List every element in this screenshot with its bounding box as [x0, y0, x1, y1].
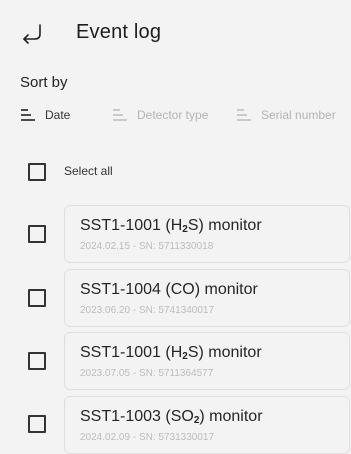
event-meta: 2024.02.09 - SN: 5731330017: [80, 432, 215, 443]
event-card[interactable]: SST1-1001 (H2S) monitor 2024.02.15 - SN:…: [64, 205, 350, 263]
sort-option-label: Detector type: [137, 108, 209, 122]
page-title: Event log: [76, 21, 162, 43]
event-card[interactable]: SST1-1001 (H2S) monitor 2023.07.05 - SN:…: [64, 332, 350, 390]
event-checkbox[interactable]: [28, 289, 46, 307]
select-all-checkbox[interactable]: [28, 163, 46, 181]
sort-by-label: Sort by: [20, 74, 68, 91]
event-checkbox[interactable]: [28, 225, 46, 243]
sort-option-detector-type[interactable]: Detector type: [112, 103, 208, 127]
sort-lines-icon: [113, 109, 127, 121]
sort-lines-icon: [237, 109, 251, 121]
sort-option-serial-number[interactable]: Serial number: [236, 103, 336, 127]
select-all-label: Select all: [64, 164, 113, 178]
event-checkbox[interactable]: [28, 352, 46, 370]
event-card[interactable]: SST1-1003 (SO2) monitor 2024.02.09 - SN:…: [64, 396, 350, 454]
event-title: SST1-1004 (CO) monitor: [80, 281, 258, 298]
event-meta: 2023.07.05 - SN: 5711364577: [80, 368, 214, 379]
sort-lines-icon: [21, 109, 35, 121]
sort-options: Date Detector type Serial number: [20, 103, 351, 127]
event-meta: 2024.02.15 - SN: 5711330018: [80, 241, 214, 252]
sort-option-label: Date: [45, 108, 71, 122]
event-meta: 2023.06.20 - SN: 5741340017: [80, 305, 215, 316]
return-arrow-icon[interactable]: [20, 22, 46, 46]
event-title: SST1-1001 (H2S) monitor: [80, 217, 262, 235]
event-card[interactable]: SST1-1004 (CO) monitor 2023.06.20 - SN: …: [64, 269, 350, 327]
app-header: Event log: [0, 0, 351, 70]
event-title: SST1-1001 (H2S) monitor: [80, 344, 262, 362]
sort-option-label: Serial number: [261, 108, 336, 122]
event-checkbox[interactable]: [28, 415, 46, 433]
sort-option-date[interactable]: Date: [20, 103, 70, 127]
event-title: SST1-1003 (SO2) monitor: [80, 408, 263, 426]
